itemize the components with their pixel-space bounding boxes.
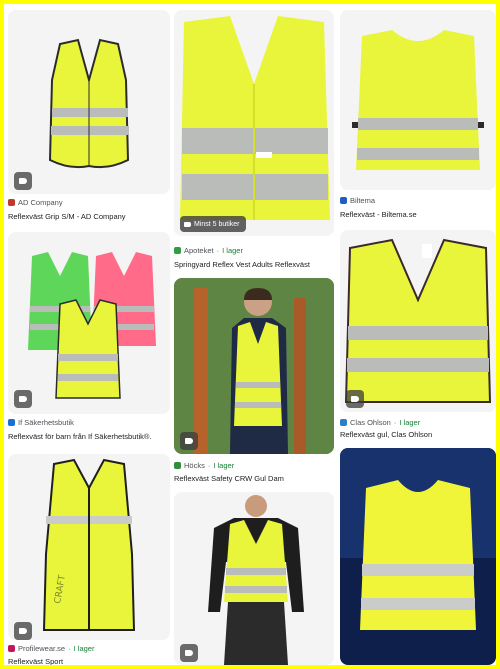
product-image[interactable] xyxy=(8,232,170,414)
result-card[interactable]: Höcks · I lager Reflexväst Safety CRW Gu… xyxy=(174,278,334,488)
favicon-icon xyxy=(8,199,15,206)
favicon-icon xyxy=(8,419,15,426)
product-image[interactable]: CRAFT xyxy=(8,454,170,640)
result-source[interactable]: Profilewear.se · I lager xyxy=(8,644,94,653)
source-name: Höcks xyxy=(184,461,205,470)
source-name: Biltema xyxy=(350,196,376,205)
result-title[interactable]: Reflexväst för barn från If Säkerhetsbut… xyxy=(8,432,152,441)
vest-image xyxy=(8,10,170,194)
shopping-tag-icon xyxy=(14,390,32,408)
result-card[interactable]: AD Company Reflexväst Grip S/M - AD Comp… xyxy=(8,10,170,222)
result-card[interactable]: Clas Ohlson · I lager Reflexväst gul, Cl… xyxy=(340,230,496,442)
result-source[interactable]: Clas Ohlson · I lager xyxy=(340,418,420,427)
vest-image xyxy=(174,10,334,236)
source-name: Profilewear.se xyxy=(18,644,66,653)
vest-image xyxy=(8,232,170,414)
result-source[interactable]: Biltema xyxy=(340,196,375,205)
vest-image xyxy=(340,10,496,190)
result-card[interactable] xyxy=(174,492,334,665)
shopping-tag-icon xyxy=(184,221,191,227)
result-source[interactable]: AD Company xyxy=(8,198,63,207)
favicon-icon xyxy=(8,645,15,652)
result-card[interactable] xyxy=(340,448,496,665)
stock-status: I lager xyxy=(73,644,95,653)
product-image[interactable]: Minst 5 butiker xyxy=(174,10,334,236)
result-title[interactable]: Reflexväst gul, Clas Ohlson xyxy=(340,430,432,439)
result-source[interactable]: If Säkerhetsbutik xyxy=(8,418,74,427)
result-title[interactable]: Reflexväst Sport xyxy=(8,657,63,665)
product-image[interactable] xyxy=(174,492,334,665)
favicon-icon xyxy=(340,197,347,204)
source-name: AD Company xyxy=(18,198,63,207)
shopping-tag-icon xyxy=(346,390,364,408)
image-results-grid: AD Company Reflexväst Grip S/M - AD Comp… xyxy=(4,4,496,665)
product-image[interactable] xyxy=(174,278,334,454)
source-name: If Säkerhetsbutik xyxy=(18,418,74,427)
vest-image xyxy=(174,278,334,454)
result-title[interactable]: Reflexväst Grip S/M - AD Company xyxy=(8,212,126,221)
separator: · xyxy=(393,418,397,427)
result-card[interactable]: Biltema Reflexväst - Biltema.se xyxy=(340,10,496,220)
result-card[interactable]: If Säkerhetsbutik Reflexväst för barn fr… xyxy=(8,232,170,446)
result-card[interactable]: Minst 5 butiker Apoteket · I lager Sprin… xyxy=(174,10,334,272)
shopping-tag-icon xyxy=(14,172,32,190)
result-source[interactable]: Apoteket · I lager xyxy=(174,246,243,255)
separator: · xyxy=(207,461,211,470)
result-title[interactable]: Reflexväst - Biltema.se xyxy=(340,210,417,219)
source-name: Apoteket xyxy=(184,246,214,255)
store-count-badge: Minst 5 butiker xyxy=(180,216,246,232)
favicon-icon xyxy=(340,419,347,426)
shopping-tag-icon xyxy=(180,432,198,450)
stock-status: I lager xyxy=(213,461,235,470)
result-source[interactable]: Höcks · I lager xyxy=(174,461,234,470)
product-image[interactable] xyxy=(340,10,496,190)
result-title[interactable]: Springyard Reflex Vest Adults Reflexväst xyxy=(174,260,310,269)
product-image[interactable] xyxy=(340,230,496,412)
badge-label: Minst 5 butiker xyxy=(194,220,240,228)
result-title[interactable]: Reflexväst Safety CRW Gul Dam xyxy=(174,474,284,483)
product-image[interactable] xyxy=(8,10,170,194)
separator: · xyxy=(68,644,71,653)
shopping-tag-icon xyxy=(180,644,198,662)
source-name: Clas Ohlson xyxy=(350,418,391,427)
stock-status: I lager xyxy=(399,418,421,427)
vest-image: CRAFT xyxy=(8,454,170,640)
vest-image xyxy=(340,230,496,412)
favicon-icon xyxy=(174,247,181,254)
vest-image xyxy=(174,492,334,665)
stock-status: I lager xyxy=(222,246,243,255)
product-image[interactable] xyxy=(340,448,496,665)
separator: · xyxy=(216,246,220,255)
favicon-icon xyxy=(174,462,181,469)
result-card[interactable]: CRAFT Profilewear.se · I lager Reflexväs… xyxy=(8,454,170,665)
shopping-tag-icon xyxy=(14,622,32,640)
vest-image xyxy=(340,448,496,665)
